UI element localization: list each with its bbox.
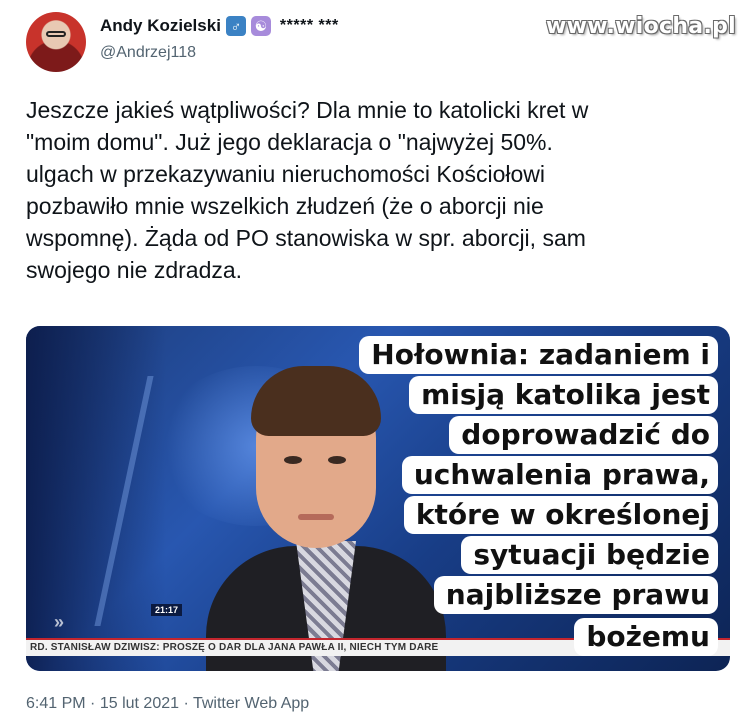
yin-yang-icon: ☯: [250, 16, 271, 36]
name-stars: ***** ***: [279, 17, 339, 34]
tweet-date[interactable]: 15 lut 2021: [100, 695, 179, 712]
tweet-line: swojego nie zdradza.: [26, 257, 243, 283]
male-sign-icon: ♂: [225, 16, 246, 36]
caption-line: doprowadzić do: [449, 416, 718, 454]
tweet-source[interactable]: Twitter Web App: [193, 695, 309, 712]
person-eye: [284, 456, 302, 464]
watermark: www.wiocha.pl: [546, 14, 736, 39]
caption-line: uchwalenia prawa,: [401, 456, 718, 494]
tweet-line: ulgach w przekazywaniu nieruchomości Koś…: [26, 161, 546, 187]
tweet-meta: 6:41 PM · 15 lut 2021 · Twitter Web App: [26, 695, 309, 713]
meta-separator: ·: [90, 695, 96, 712]
tweet-text: Jeszcze jakieś wątpliwości? Dla mnie to …: [26, 94, 726, 286]
tweet-line: Jeszcze jakieś wątpliwości? Dla mnie to …: [26, 97, 589, 123]
person-eye: [328, 456, 346, 464]
caption-line: które w określonej: [403, 496, 718, 534]
tweet-line: wspomnę). Żąda od PO stanowiska w spr. a…: [26, 225, 586, 251]
author-row: Andy Kozielski ♂ ☯ ***** ***: [100, 16, 339, 36]
display-name[interactable]: Andy Kozielski: [100, 16, 221, 36]
tweet-time[interactable]: 6:41 PM: [26, 695, 86, 712]
caption-line: bożemu: [574, 618, 718, 656]
tweet-line: "moim domu". Już jego deklaracja o "najw…: [26, 129, 553, 155]
person-mouth: [298, 514, 334, 520]
tweet-media-image[interactable]: » 21:17 RD. STANISŁAW DZIWISZ: PROSZĘ O …: [26, 326, 730, 671]
glasses-shape: [46, 31, 66, 37]
caption-line: sytuacji będzie: [461, 536, 718, 574]
caption-line: Hołownia: zadaniem i: [359, 336, 718, 374]
author-handle[interactable]: @Andrzej118: [100, 44, 196, 62]
tv-logo-arrows-icon: »: [54, 612, 64, 632]
avatar[interactable]: [26, 12, 86, 72]
caption-line: najbliższe prawu: [433, 576, 718, 614]
tv-clock: 21:17: [151, 604, 183, 616]
tweet-line: pozbawiło mnie wszelkich złudzeń (że o a…: [26, 193, 544, 219]
caption-line: misją katolika jest: [409, 376, 718, 414]
quote-caption: Hołownia: zadaniem i misją katolika jest…: [359, 326, 730, 671]
meta-separator: ·: [183, 695, 189, 712]
